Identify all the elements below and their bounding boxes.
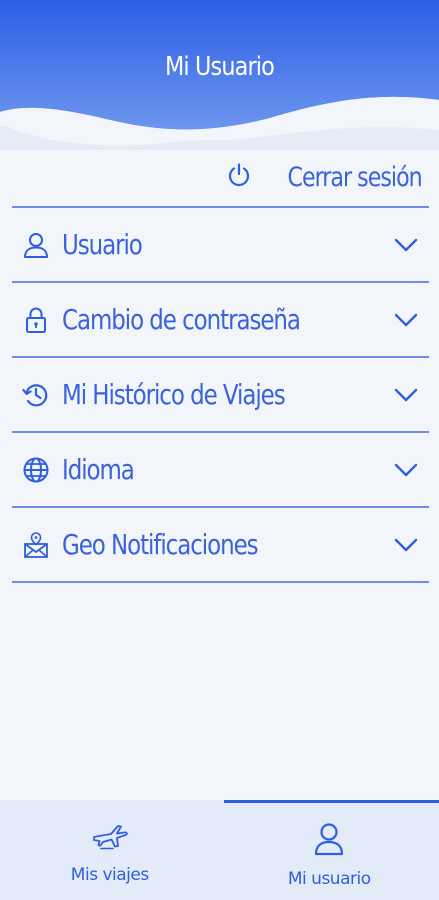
logout-button[interactable]: Cerrar sesión [226,158,423,196]
lock-icon [22,306,50,334]
menu-item-historico-viajes[interactable]: Mi Histórico de Viajes [12,358,429,433]
menu-item-usuario[interactable]: Usuario [12,208,429,283]
menu-item-label: Cambio de contraseña [62,303,301,336]
menu-item-label: Idioma [62,453,135,486]
chevron-down-icon [393,384,419,406]
tab-mis-viajes[interactable]: Mis viajes [0,800,220,900]
logout-label: Cerrar sesión [287,161,423,193]
history-icon [22,381,50,409]
chevron-down-icon [393,309,419,331]
menu-item-geo-notificaciones[interactable]: Geo Notificaciones [12,508,429,583]
menu-item-idioma[interactable]: Idioma [12,433,429,508]
tab-label: Mis viajes [70,865,149,885]
header: Mi Usuario [0,0,439,150]
tab-mi-usuario[interactable]: Mi usuario [220,800,439,900]
user-menu: Usuario Cambio de contraseña Mi Históric… [12,206,429,583]
globe-icon [22,456,50,484]
bottom-nav: Mis viajes Mi usuario [0,800,439,900]
menu-item-cambio-contrasena[interactable]: Cambio de contraseña [12,283,429,358]
plane-icon [91,822,129,857]
menu-item-label: Mi Histórico de Viajes [62,378,286,411]
tab-label: Mi usuario [287,869,371,889]
geo-mail-icon [22,531,50,559]
chevron-down-icon [393,234,419,256]
page-title: Mi Usuario [164,52,275,82]
chevron-down-icon [393,534,419,556]
mi-usuario-screen: Mi Usuario Cerrar sesión Usuario Cambio … [0,0,439,900]
menu-item-label: Usuario [62,228,143,261]
user-icon [22,231,50,259]
user-icon [313,822,345,861]
power-icon [226,162,252,193]
menu-item-label: Geo Notificaciones [62,528,259,561]
chevron-down-icon [393,459,419,481]
